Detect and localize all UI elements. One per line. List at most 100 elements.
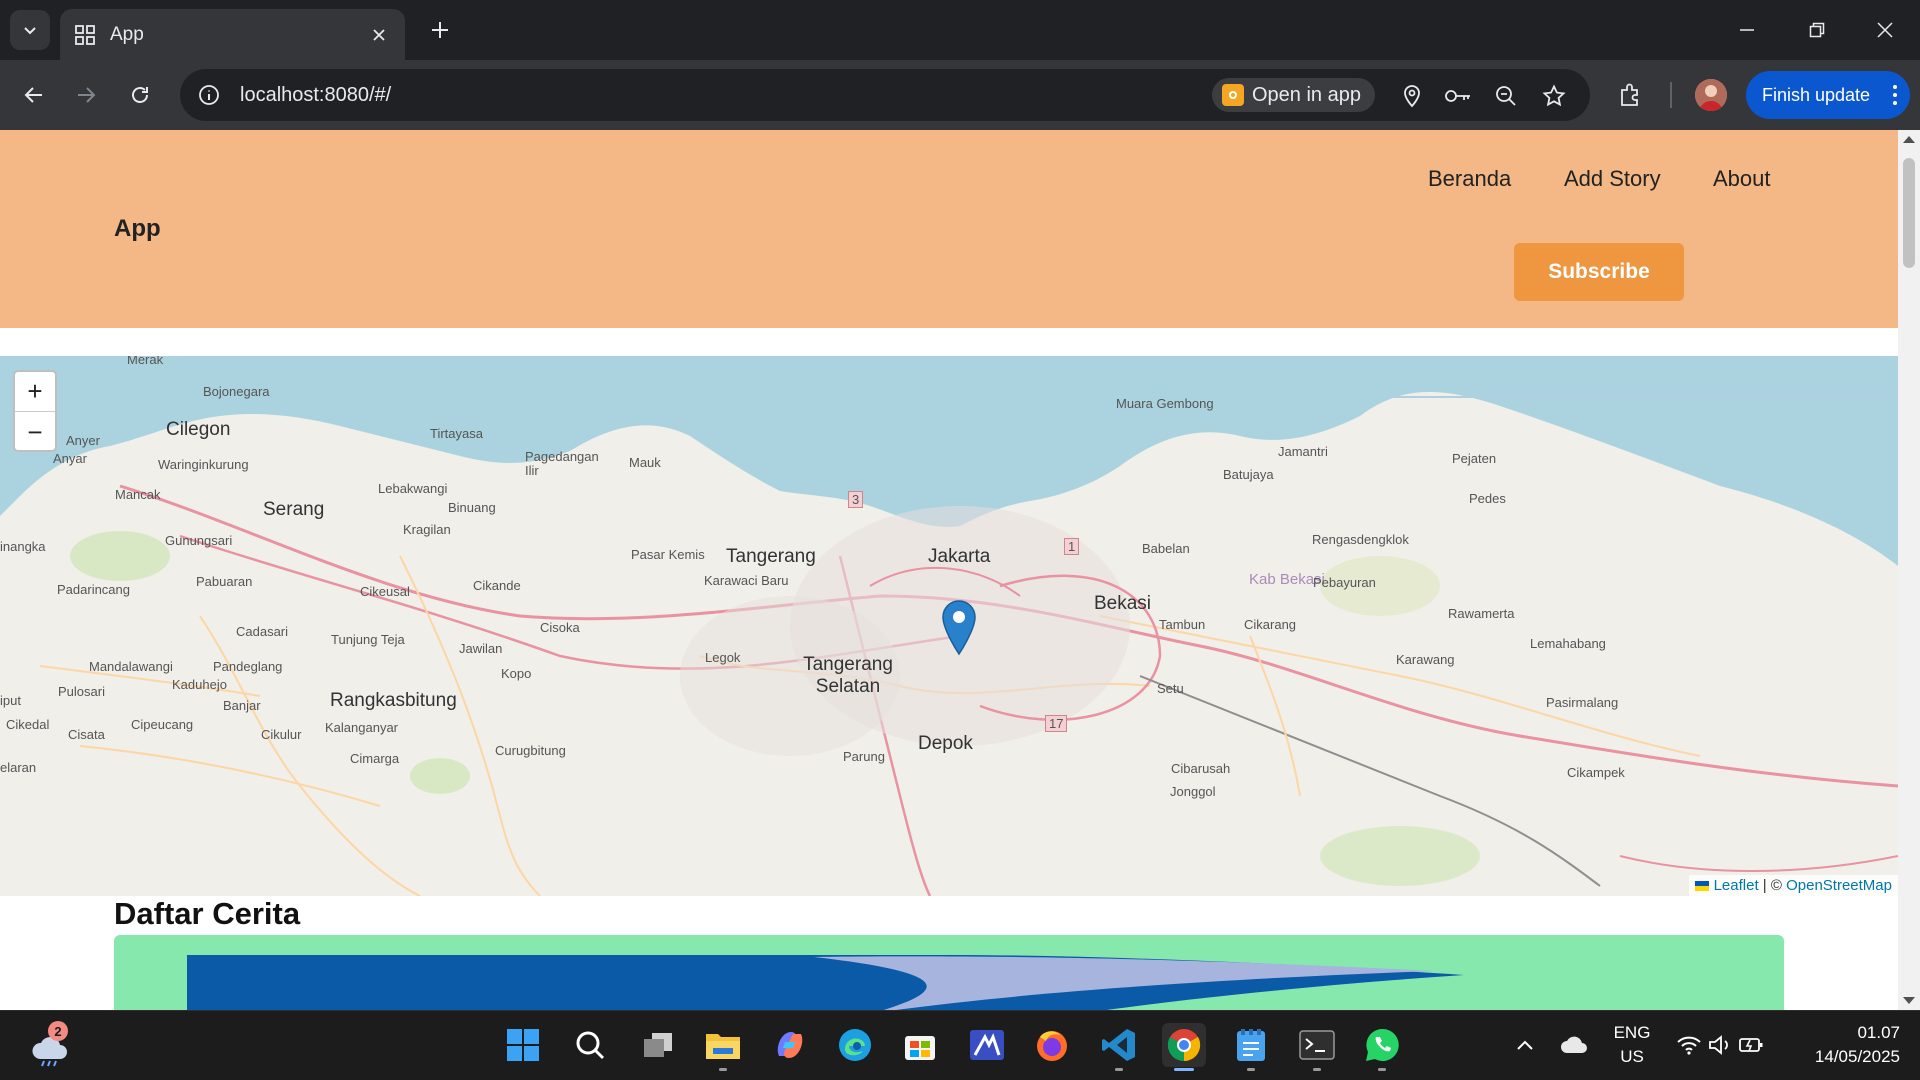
map-label: Lemahabang: [1530, 636, 1606, 651]
osm-link[interactable]: OpenStreetMap: [1786, 877, 1892, 894]
maple-app[interactable]: [965, 1023, 1009, 1067]
close-icon: [1877, 22, 1893, 38]
map-label: Jonggol: [1170, 784, 1216, 799]
profile-avatar[interactable]: [1695, 79, 1727, 111]
map-label: Pasirmalang: [1546, 695, 1619, 710]
extensions-icon[interactable]: [1616, 80, 1646, 110]
vscode-app[interactable]: [1097, 1023, 1141, 1071]
map-label: Gunungsari: [165, 533, 233, 548]
map-label: Merak: [127, 356, 164, 367]
input-language[interactable]: ENG US: [1604, 1021, 1660, 1069]
chrome-app[interactable]: [1162, 1023, 1206, 1071]
arrow-right-icon: [78, 87, 96, 103]
quick-settings-button[interactable]: [1670, 1023, 1770, 1067]
clock[interactable]: 01.07 14/05/2025: [1790, 1021, 1900, 1069]
firefox-app[interactable]: [1030, 1023, 1074, 1067]
tab-close-icon[interactable]: [367, 23, 391, 47]
map-label: Pedes: [1469, 491, 1506, 506]
close-window-button[interactable]: [1850, 0, 1920, 60]
show-hidden-icons-button[interactable]: [1505, 1023, 1545, 1067]
map-label: Pejaten: [1452, 451, 1497, 466]
map-zoom-control: + −: [13, 370, 57, 452]
task-view-icon: [644, 1033, 672, 1057]
story-image: [187, 955, 1464, 1010]
cloud-icon: [1561, 1036, 1587, 1053]
search-icon: [576, 1031, 605, 1060]
terminal-icon: [1299, 1030, 1335, 1060]
firefox-icon: [1037, 1031, 1067, 1061]
map-label: Anyer: [66, 433, 100, 448]
notepad-app[interactable]: [1229, 1023, 1273, 1071]
copilot-app[interactable]: [768, 1023, 812, 1067]
minimize-button[interactable]: [1712, 0, 1782, 60]
bookmark-star-icon[interactable]: [1540, 82, 1568, 110]
nav-beranda[interactable]: Beranda: [1428, 166, 1511, 192]
onedrive-button[interactable]: [1554, 1023, 1594, 1067]
running-indicator: [1115, 1068, 1123, 1071]
map-label: Kaduhejo: [172, 677, 227, 692]
new-tab-button[interactable]: [425, 15, 455, 45]
map-label: Serang: [263, 499, 325, 520]
tab-search-button[interactable]: [10, 10, 50, 50]
store-app[interactable]: [898, 1023, 942, 1067]
reload-icon: [132, 87, 148, 103]
zoom-in-button[interactable]: +: [15, 372, 55, 412]
zoom-out-icon[interactable]: [1492, 82, 1520, 110]
finish-update-button[interactable]: Finish update: [1746, 71, 1910, 119]
map-label: Anyar: [53, 451, 87, 466]
map-label: Pulosari: [58, 684, 105, 699]
map-label: iput: [0, 693, 21, 708]
zoom-out-button[interactable]: −: [15, 412, 55, 452]
open-in-app-button[interactable]: Open in app: [1212, 78, 1375, 112]
nav-about[interactable]: About: [1713, 166, 1771, 192]
whatsapp-app[interactable]: [1360, 1023, 1404, 1071]
reload-button[interactable]: [120, 75, 160, 115]
map-label: Cibarusah: [1171, 761, 1231, 776]
restore-button[interactable]: [1782, 0, 1852, 60]
back-button[interactable]: [14, 75, 54, 115]
browser-tab-app[interactable]: App: [60, 9, 405, 60]
map-label: Muara Gembong: [1116, 396, 1214, 411]
map-label: Bekasi: [1094, 593, 1152, 614]
browser-toolbar: localhost:8080/#/ Open in app Finish upd…: [0, 60, 1920, 130]
road-shield: 17: [1045, 715, 1068, 732]
attribution-separator: | ©: [1758, 877, 1787, 894]
site-info-icon[interactable]: [194, 80, 224, 110]
scrollbar-thumb[interactable]: [1903, 158, 1915, 268]
map-label: Jamantri: [1278, 444, 1328, 459]
scroll-down-icon[interactable]: [1902, 996, 1916, 1006]
wifi-icon: [1677, 1036, 1701, 1055]
brand-logo-text[interactable]: App: [114, 215, 161, 243]
running-indicator: [719, 1068, 727, 1071]
key-icon[interactable]: [1444, 82, 1472, 110]
map-label: Cikande: [473, 578, 521, 593]
story-card[interactable]: [114, 935, 1784, 1010]
map-label: Curugbitung: [495, 743, 566, 758]
location-icon[interactable]: [1398, 82, 1426, 110]
edge-app[interactable]: [833, 1023, 877, 1067]
map-label: Cikulur: [261, 727, 302, 742]
map-label: Lebakwangi: [378, 481, 448, 496]
terminal-app[interactable]: [1295, 1023, 1339, 1071]
section-title: Daftar Cerita: [114, 896, 301, 931]
search-button[interactable]: [568, 1023, 612, 1067]
url-text: localhost:8080/#/: [240, 83, 392, 106]
map-marker-icon[interactable]: [941, 600, 977, 656]
road-shield: 3: [848, 491, 864, 508]
leaflet-link[interactable]: Leaflet: [1714, 877, 1759, 894]
scroll-up-icon[interactable]: [1902, 134, 1916, 144]
forward-button[interactable]: [66, 75, 106, 115]
subscribe-button[interactable]: Subscribe: [1514, 243, 1684, 301]
map-label: Jakarta: [928, 546, 991, 567]
address-bar[interactable]: localhost:8080/#/ Open in app: [180, 69, 1590, 121]
map-label: Rawamerta: [1448, 606, 1515, 621]
copilot-icon: [777, 1032, 803, 1058]
chevron-down-icon: [24, 27, 36, 35]
task-view-button[interactable]: [636, 1023, 680, 1067]
file-explorer-app[interactable]: [701, 1023, 745, 1071]
map-label: Tunjung Teja: [331, 632, 405, 647]
story-map[interactable]: Merak Bojonegara Cilegon Anyer Anyar War…: [0, 356, 1898, 896]
nav-add-story[interactable]: Add Story: [1564, 166, 1661, 192]
page-scrollbar[interactable]: [1898, 130, 1920, 1010]
start-button[interactable]: [501, 1023, 545, 1067]
